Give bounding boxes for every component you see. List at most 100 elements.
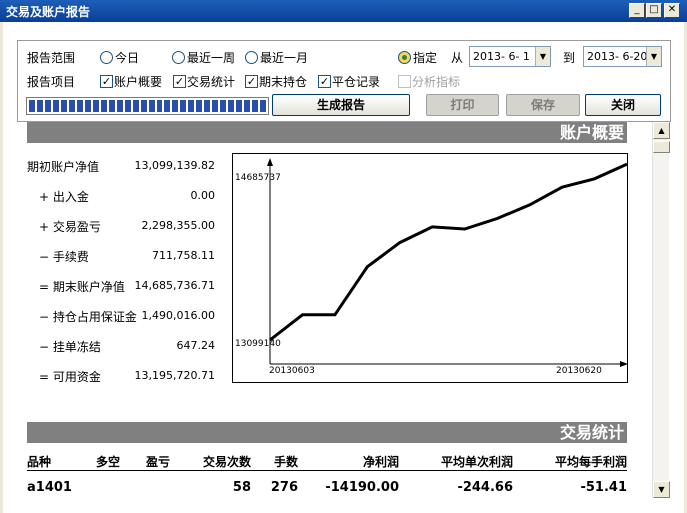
progress-segment <box>44 100 51 112</box>
from-label: 从 <box>451 51 464 65</box>
progress-segment <box>52 100 59 112</box>
checkbox-trade-stats-label[interactable]: 交易统计 <box>187 73 235 90</box>
column-header: 品种 <box>27 455 52 469</box>
checkbox-trade-stats[interactable]: ✓ <box>173 75 186 88</box>
x-tick-label-start: 20130603 <box>269 366 315 376</box>
column-header: 盈亏 <box>146 455 171 469</box>
checkbox-close-records-label[interactable]: 平仓记录 <box>332 73 380 90</box>
radio-today[interactable] <box>100 51 113 64</box>
summary-row-value: 14,685,736.71 <box>134 279 215 292</box>
chevron-down-icon[interactable]: ▼ <box>646 47 661 66</box>
progress-segment <box>164 100 171 112</box>
progress-segment <box>220 100 227 112</box>
close-button[interactable]: 关闭 <box>585 94 661 116</box>
scroll-up-icon[interactable]: ▲ <box>653 122 670 139</box>
radio-custom-label[interactable]: 指定 <box>413 49 437 66</box>
table-cell: -14190.00 <box>325 480 399 495</box>
minimize-button[interactable]: _ <box>629 3 645 18</box>
checkbox-end-positions[interactable]: ✓ <box>245 75 258 88</box>
progress-segment <box>172 100 179 112</box>
progress-segment <box>140 100 147 112</box>
progress-segment <box>116 100 123 112</box>
progress-segment <box>204 100 211 112</box>
equity-line <box>269 162 628 342</box>
column-header: 交易次数 <box>202 455 251 469</box>
radio-last-week[interactable] <box>172 51 185 64</box>
progress-segment <box>132 100 139 112</box>
progress-segment <box>68 100 75 112</box>
summary-row-label: − 手续费 <box>39 250 89 264</box>
to-date-value: 2013- 6-20 <box>587 50 648 63</box>
radio-custom[interactable] <box>398 51 411 64</box>
trade-stats-header: 交易统计 <box>27 422 627 443</box>
radio-today-label[interactable]: 今日 <box>115 49 139 66</box>
radio-last-month[interactable] <box>245 51 258 64</box>
progress-segment <box>188 100 195 112</box>
summary-row-label: 期初账户净值 <box>27 160 100 174</box>
window-title: 交易及账户报告 <box>6 5 91 19</box>
progress-segment <box>84 100 91 112</box>
column-header: 手数 <box>273 455 298 469</box>
progress-segment <box>76 100 83 112</box>
checkbox-close-records[interactable]: ✓ <box>318 75 331 88</box>
to-label: 到 <box>563 51 576 65</box>
maximize-button[interactable]: □ <box>646 3 662 18</box>
print-button[interactable]: 打印 <box>426 94 499 116</box>
summary-row-label: + 出入金 <box>39 190 89 204</box>
progress-segment <box>60 100 67 112</box>
progress-segment <box>236 100 243 112</box>
checkbox-account-summary-label[interactable]: 账户概要 <box>114 73 162 90</box>
range-label: 报告范围 <box>27 51 76 65</box>
x-tick-label-end: 20130620 <box>556 366 602 376</box>
column-header: 平均每手利润 <box>554 455 627 469</box>
summary-row-value: 647.24 <box>176 339 216 352</box>
progress-segment <box>36 100 43 112</box>
title-bar: 交易及账户报告 _ □ ✕ <box>0 0 687 22</box>
progress-segment <box>212 100 219 112</box>
column-header: 多空 <box>96 455 121 469</box>
table-cell: -244.66 <box>457 480 513 495</box>
summary-row-value: 2,298,355.00 <box>141 219 215 232</box>
radio-last-month-label[interactable]: 最近一月 <box>260 49 308 66</box>
progress-segment <box>29 100 35 112</box>
table-divider <box>27 470 627 471</box>
table-cell: a1401 <box>27 480 72 495</box>
y-tick-label-max: 14685737 <box>235 173 281 183</box>
progress-segment <box>156 100 163 112</box>
radio-last-week-label[interactable]: 最近一周 <box>187 49 235 66</box>
scroll-thumb[interactable] <box>653 141 670 153</box>
y-tick-label-min: 13099140 <box>235 339 281 349</box>
from-date-value: 2013- 6- 1 <box>473 50 530 63</box>
table-cell: 276 <box>270 480 298 495</box>
from-date-picker[interactable]: 2013- 6- 1 ▼ <box>469 46 551 67</box>
column-header: 净利润 <box>362 455 399 469</box>
close-window-button[interactable]: ✕ <box>664 3 680 18</box>
vertical-scrollbar[interactable]: ▲ ▼ <box>652 122 670 498</box>
progress-segment <box>228 100 235 112</box>
table-cell: 58 <box>232 480 251 495</box>
progress-segment <box>92 100 99 112</box>
summary-row-label: + 交易盈亏 <box>39 220 101 234</box>
progress-segment <box>252 100 259 112</box>
summary-row-label: = 可用资金 <box>39 370 101 384</box>
progress-segment <box>100 100 107 112</box>
y-axis-arrow <box>267 158 273 166</box>
to-date-picker[interactable]: 2013- 6-20 ▼ <box>583 46 662 67</box>
progress-segment <box>124 100 131 112</box>
progress-bar <box>26 97 269 115</box>
chevron-down-icon[interactable]: ▼ <box>535 47 550 66</box>
generate-report-button[interactable]: 生成报告 <box>272 94 410 116</box>
x-axis-arrow <box>620 361 628 367</box>
checkbox-account-summary[interactable]: ✓ <box>100 75 113 88</box>
scroll-down-icon[interactable]: ▼ <box>653 481 670 498</box>
checkbox-end-positions-label[interactable]: 期末持仓 <box>259 73 307 90</box>
checkbox-analysis[interactable] <box>398 75 411 88</box>
table-cell: -51.41 <box>580 480 627 495</box>
progress-segment <box>196 100 203 112</box>
equity-chart: 14685737 13099140 20130603 20130620 <box>232 153 628 383</box>
summary-row-value: 13,195,720.71 <box>134 369 215 382</box>
summary-row-value: 711,758.11 <box>152 249 215 262</box>
save-button[interactable]: 保存 <box>506 94 580 116</box>
report-content: 账户概要 期初账户净值 13,099,139.82 + 出入金 0.00 + 交易盈亏 2… <box>3 122 651 498</box>
column-header: 平均单次利润 <box>440 455 513 469</box>
